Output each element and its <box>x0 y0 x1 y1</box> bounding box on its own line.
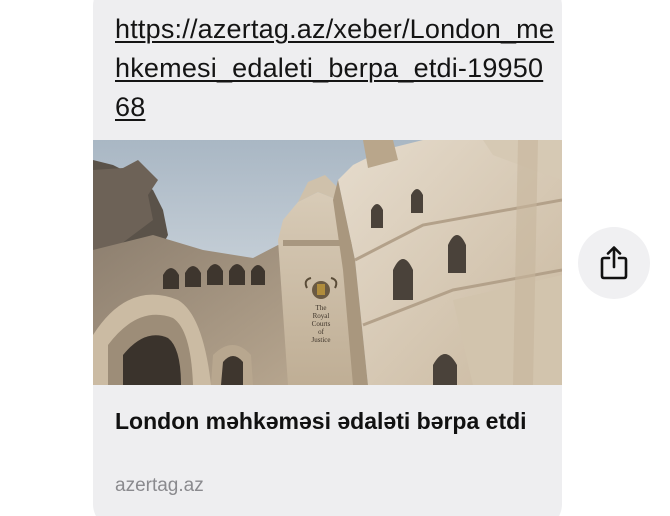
link-preview-domain: azertag.az <box>115 475 204 496</box>
chat-screen: https://azertag.az/xeber/London_mehkemes… <box>0 0 670 516</box>
message-bubble[interactable]: https://azertag.az/xeber/London_mehkemes… <box>93 0 562 516</box>
link-preview-image[interactable]: The Royal Courts of Justice <box>93 140 562 385</box>
message-url-link[interactable]: https://azertag.az/xeber/London_mehkemes… <box>115 10 555 127</box>
svg-text:The: The <box>316 304 327 312</box>
link-preview-title[interactable]: London məhkəməsi ədaləti bərpa etdi <box>115 405 545 437</box>
share-button[interactable] <box>578 227 650 299</box>
share-icon <box>600 246 628 280</box>
svg-text:Courts: Courts <box>312 320 331 328</box>
royal-courts-of-justice-photo: The Royal Courts of Justice <box>93 140 562 385</box>
svg-text:of: of <box>318 328 325 336</box>
svg-text:Royal: Royal <box>313 312 330 320</box>
svg-text:Justice: Justice <box>311 336 330 344</box>
